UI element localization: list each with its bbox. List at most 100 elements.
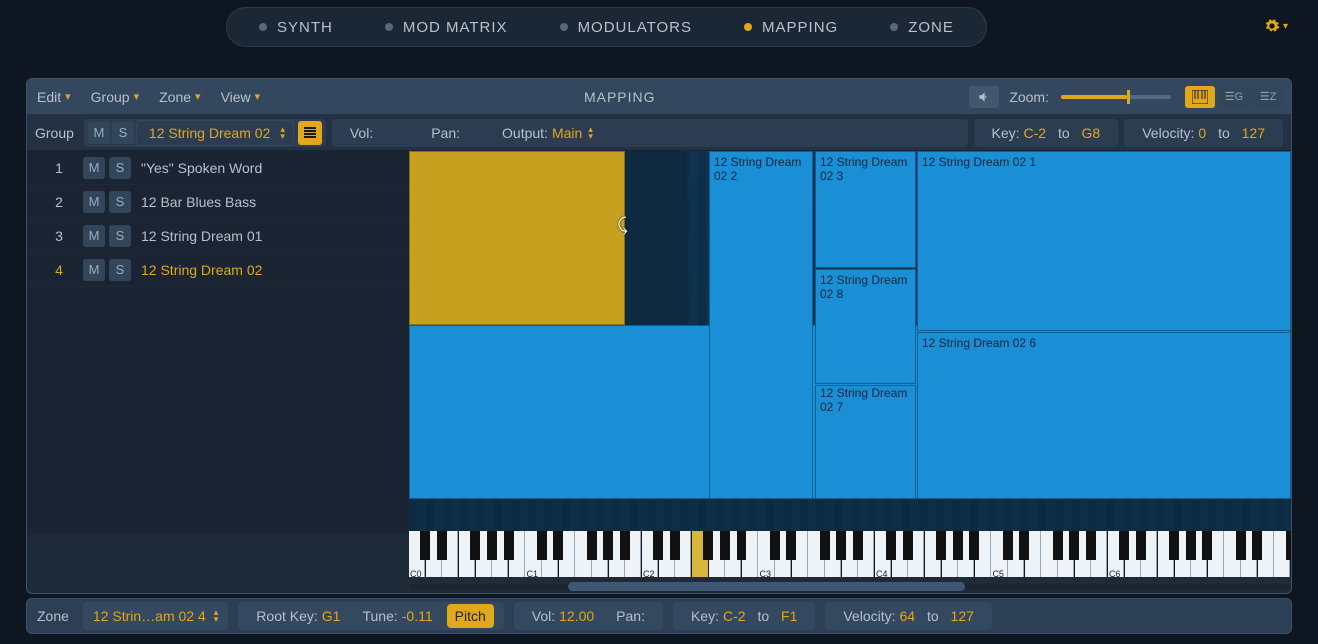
vel-lo: 64 (900, 608, 916, 624)
stepper-icon: ▴▾ (280, 126, 285, 140)
zone-name: 12 Strin…am 02 4 (93, 608, 206, 624)
zone-block[interactable]: 12 String Dream 02 2 (709, 151, 813, 499)
zone-block-selected[interactable] (409, 151, 625, 325)
audition-button[interactable] (969, 86, 999, 108)
mapping-canvas[interactable]: 12 String Dream 02 2 12 String Dream 02 … (409, 151, 1291, 535)
tab-label: SYNTH (277, 19, 333, 36)
zone-label: 12 String Dream 02 1 (922, 155, 1036, 169)
zoom-label: Zoom: (1009, 89, 1049, 105)
to-label: to (757, 608, 769, 624)
group-solo-button[interactable]: S (112, 122, 134, 144)
key-hi: G8 (1082, 125, 1101, 141)
keyboard-area: C0C1C2C3C4C5C6 (409, 531, 1291, 581)
field-label: Velocity: (843, 608, 895, 624)
field-label: Tune: (362, 608, 397, 624)
chevron-down-icon: ▾ (255, 90, 261, 103)
zone-block[interactable]: 12 String Dream 02 8 (815, 269, 916, 384)
zone-block[interactable]: 12 String Dream 02 1 (917, 151, 1291, 331)
chevron-down-icon: ▾ (1283, 21, 1288, 32)
field-label: Key: (992, 125, 1020, 141)
key-range-field[interactable]: Key:C-2 to G8 (984, 125, 1109, 141)
list-icon (303, 126, 317, 140)
pan-field[interactable]: Pan: (423, 125, 468, 141)
mute-button[interactable]: M (83, 191, 105, 213)
zone-key-range-field[interactable]: Key:C-2 to F1 (683, 608, 805, 624)
speaker-icon (977, 90, 991, 104)
menu-group[interactable]: Group▾ (81, 79, 149, 114)
root-key-field[interactable]: Root Key:G1 (248, 608, 348, 624)
to-label: to (1218, 125, 1230, 141)
horizontal-scrollbar[interactable] (409, 581, 1291, 591)
vel-hi: 127 (1242, 125, 1265, 141)
menu-label: Zone (159, 89, 191, 105)
menu-edit[interactable]: Edit▾ (27, 79, 81, 114)
zone-block[interactable]: 12 String Dream 02 7 (815, 385, 916, 499)
panel-header: Edit▾ Group▾ Zone ▾ View ▾ MAPPING Zoom: ☰… (27, 79, 1291, 115)
zone-block[interactable]: 12 String Dream 02 3 (815, 151, 916, 268)
field-label: Vol: (350, 125, 373, 141)
view-zone-list-button[interactable]: ☰Z (1253, 86, 1283, 108)
tab-modulators[interactable]: MODULATORS (534, 7, 718, 47)
zone-pan-field[interactable]: Pan: (608, 608, 653, 624)
stepper-icon: ▴▾ (214, 609, 219, 623)
group-index: 1 (35, 160, 83, 176)
group-mute-button[interactable]: M (88, 122, 110, 144)
group-row[interactable]: 1 MS "Yes" Spoken Word (27, 151, 409, 185)
tab-mod-matrix[interactable]: MOD MATRIX (359, 7, 534, 47)
group-row[interactable]: 2 MS 12 Bar Blues Bass (27, 185, 409, 219)
zone-block[interactable]: 12 String Dream 02 6 (917, 332, 1291, 499)
settings-gear-button[interactable]: ▾ (1264, 18, 1288, 34)
field-label: Pan: (431, 125, 460, 141)
dot-icon (560, 23, 568, 31)
view-group-list-button[interactable]: ☰G (1219, 86, 1249, 108)
tab-synth[interactable]: SYNTH (233, 7, 359, 47)
zoom-control: Zoom: (1009, 89, 1171, 105)
zone-selector[interactable]: 12 Strin…am 02 4 ▴▾ (83, 602, 228, 630)
group-row[interactable]: 3 MS 12 String Dream 01 (27, 219, 409, 253)
field-label: Velocity: (1142, 125, 1194, 141)
panel-title: MAPPING (270, 89, 969, 105)
chevron-down-icon: ▾ (195, 90, 201, 103)
group-row[interactable]: 4 MS 12 String Dream 02 (27, 253, 409, 287)
velocity-range-field[interactable]: Velocity:0 to 127 (1134, 125, 1273, 141)
group-row-name: "Yes" Spoken Word (141, 160, 262, 176)
zoom-slider[interactable] (1061, 95, 1171, 99)
to-label: to (927, 608, 939, 624)
group-row-name: 12 String Dream 02 (141, 262, 262, 278)
tab-zone[interactable]: ZONE (864, 7, 980, 47)
mute-button[interactable]: M (83, 225, 105, 247)
mute-button[interactable]: M (83, 259, 105, 281)
tab-mapping[interactable]: MAPPING (718, 7, 864, 47)
solo-button[interactable]: S (109, 225, 131, 247)
zone-vol-field[interactable]: Vol:12.00 (524, 608, 602, 624)
dot-icon (890, 23, 898, 31)
group-selector[interactable]: 12 String Dream 02 ▴▾ (136, 120, 294, 146)
piano-keyboard[interactable]: C0C1C2C3C4C5C6 (409, 531, 1291, 577)
solo-button[interactable]: S (109, 191, 131, 213)
mute-button[interactable]: M (83, 157, 105, 179)
menu-label: Group (91, 89, 130, 105)
mapping-panel: Edit▾ Group▾ Zone ▾ View ▾ MAPPING Zoom: ☰… (26, 78, 1292, 594)
vel-hi: 127 (951, 608, 974, 624)
menu-label: View (221, 89, 251, 105)
pitch-button[interactable]: Pitch (447, 604, 494, 628)
menu-view[interactable]: View ▾ (211, 79, 271, 114)
zone-label: 12 String Dream 02 2 (714, 155, 812, 183)
view-keyboard-button[interactable] (1185, 86, 1215, 108)
zone-vel-range-field[interactable]: Velocity: 64 to 127 (835, 608, 982, 624)
group-list-toggle-button[interactable] (298, 121, 322, 145)
solo-button[interactable]: S (109, 259, 131, 281)
dot-icon (744, 23, 752, 31)
zone-label: 12 String Dream 02 8 (820, 273, 915, 301)
group-row-name: 12 String Dream 01 (141, 228, 262, 244)
menu-zone[interactable]: Zone ▾ (149, 79, 210, 114)
vol-value: 12.00 (559, 608, 594, 624)
group-index: 4 (35, 262, 83, 278)
zone-label: 12 String Dream 02 3 (820, 155, 915, 183)
tune-field[interactable]: Tune:-0.11 (354, 608, 440, 624)
solo-button[interactable]: S (109, 157, 131, 179)
empty-region (625, 151, 687, 325)
output-selector[interactable]: Output:Main▴▾ (494, 125, 601, 141)
vel-lo: 0 (1198, 125, 1206, 141)
vol-field[interactable]: Vol: (342, 125, 381, 141)
